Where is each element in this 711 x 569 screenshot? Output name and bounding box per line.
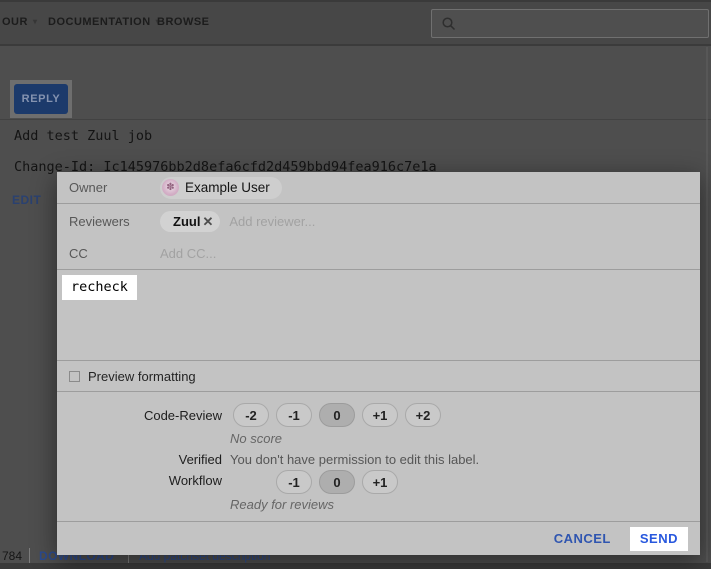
reply-button-highlight-ring: REPLY — [10, 80, 72, 118]
owner-name: Example User — [185, 180, 270, 195]
remove-reviewer-icon[interactable]: ✕ — [202, 215, 213, 228]
bottom-edge-bar — [0, 563, 711, 569]
footer-separator — [29, 548, 30, 563]
reviewer-chip-zuul[interactable]: Zuul ✕ — [160, 211, 220, 232]
verified-label: Verified — [57, 452, 222, 467]
nav-menu-documentation-label: DOCUMENTATION — [48, 16, 151, 28]
dialog-actions-bar: CANCEL SEND — [57, 522, 700, 555]
avatar-identicon-icon: ✽ — [166, 183, 174, 193]
add-cc-input[interactable] — [160, 246, 310, 261]
send-button[interactable]: SEND — [640, 531, 678, 546]
nav-menu-browse-label: BROWSE — [157, 16, 210, 28]
search-icon — [441, 16, 457, 32]
add-reviewer-input[interactable] — [229, 214, 379, 229]
review-scores-section: Code-Review -2 -1 0 +1 +2 No score Verif… — [57, 392, 700, 522]
score-button-minus1[interactable]: -1 — [276, 403, 312, 427]
score-button-minus1[interactable]: -1 — [276, 470, 312, 494]
preview-formatting-checkbox[interactable] — [69, 371, 80, 382]
owner-label: Owner — [69, 180, 160, 195]
gerrit-review-screen: OUR ▾ DOCUMENTATION ▾ BROWSE REPLY Add t… — [0, 0, 711, 569]
reply-message-textarea[interactable]: recheck — [57, 270, 700, 361]
cancel-button[interactable]: CANCEL — [554, 531, 611, 546]
owner-row: Owner ✽ Example User — [57, 172, 700, 204]
avatar: ✽ — [162, 179, 179, 196]
top-navbar: OUR ▾ DOCUMENTATION ▾ BROWSE — [0, 0, 711, 46]
section-divider-line — [0, 119, 711, 120]
score-button-minus2[interactable]: -2 — [233, 403, 269, 427]
search-input[interactable] — [457, 10, 708, 37]
score-button-plus2[interactable]: +2 — [405, 403, 441, 427]
verified-permission-message: You don't have permission to edit this l… — [230, 452, 479, 467]
workflow-label: Workflow — [57, 473, 222, 488]
preview-formatting-label: Preview formatting — [88, 369, 196, 384]
score-button-plus1[interactable]: +1 — [362, 470, 398, 494]
reply-message-text: recheck — [62, 275, 137, 300]
score-button-zero-selected[interactable]: 0 — [319, 403, 355, 427]
scrollbar-track[interactable] — [706, 47, 708, 562]
workflow-status: Ready for reviews — [230, 497, 334, 512]
nav-menu-our[interactable]: OUR ▾ — [2, 16, 37, 28]
code-review-status: No score — [230, 431, 282, 446]
reviewers-row: Reviewers Zuul ✕ — [57, 204, 700, 238]
nav-menu-our-label: OUR — [2, 16, 28, 28]
nav-menu-browse[interactable]: BROWSE — [157, 16, 210, 28]
edit-link[interactable]: EDIT — [12, 193, 41, 207]
cc-row: CC — [57, 238, 700, 270]
cc-label: CC — [69, 246, 160, 261]
workflow-score-buttons: -1 0 +1 — [276, 470, 398, 494]
patchset-number: 784 — [0, 549, 22, 563]
code-review-label: Code-Review — [57, 408, 222, 423]
send-button-highlight: SEND — [630, 527, 688, 551]
preview-formatting-row: Preview formatting — [57, 361, 700, 392]
score-button-plus1[interactable]: +1 — [362, 403, 398, 427]
score-button-zero-selected[interactable]: 0 — [319, 470, 355, 494]
commit-message-subject: Add test Zuul job — [14, 128, 152, 144]
search-box[interactable] — [431, 9, 709, 38]
reply-dialog: Owner ✽ Example User Reviewers Zuul ✕ CC… — [57, 172, 700, 555]
nav-menu-documentation[interactable]: DOCUMENTATION ▾ — [48, 16, 160, 28]
owner-account-chip[interactable]: ✽ Example User — [160, 177, 282, 199]
reply-button[interactable]: REPLY — [14, 84, 68, 114]
reviewers-label: Reviewers — [69, 214, 160, 229]
chevron-down-icon: ▾ — [33, 18, 38, 26]
reviewer-name: Zuul — [173, 214, 200, 229]
code-review-score-buttons: -2 -1 0 +1 +2 — [233, 403, 441, 427]
